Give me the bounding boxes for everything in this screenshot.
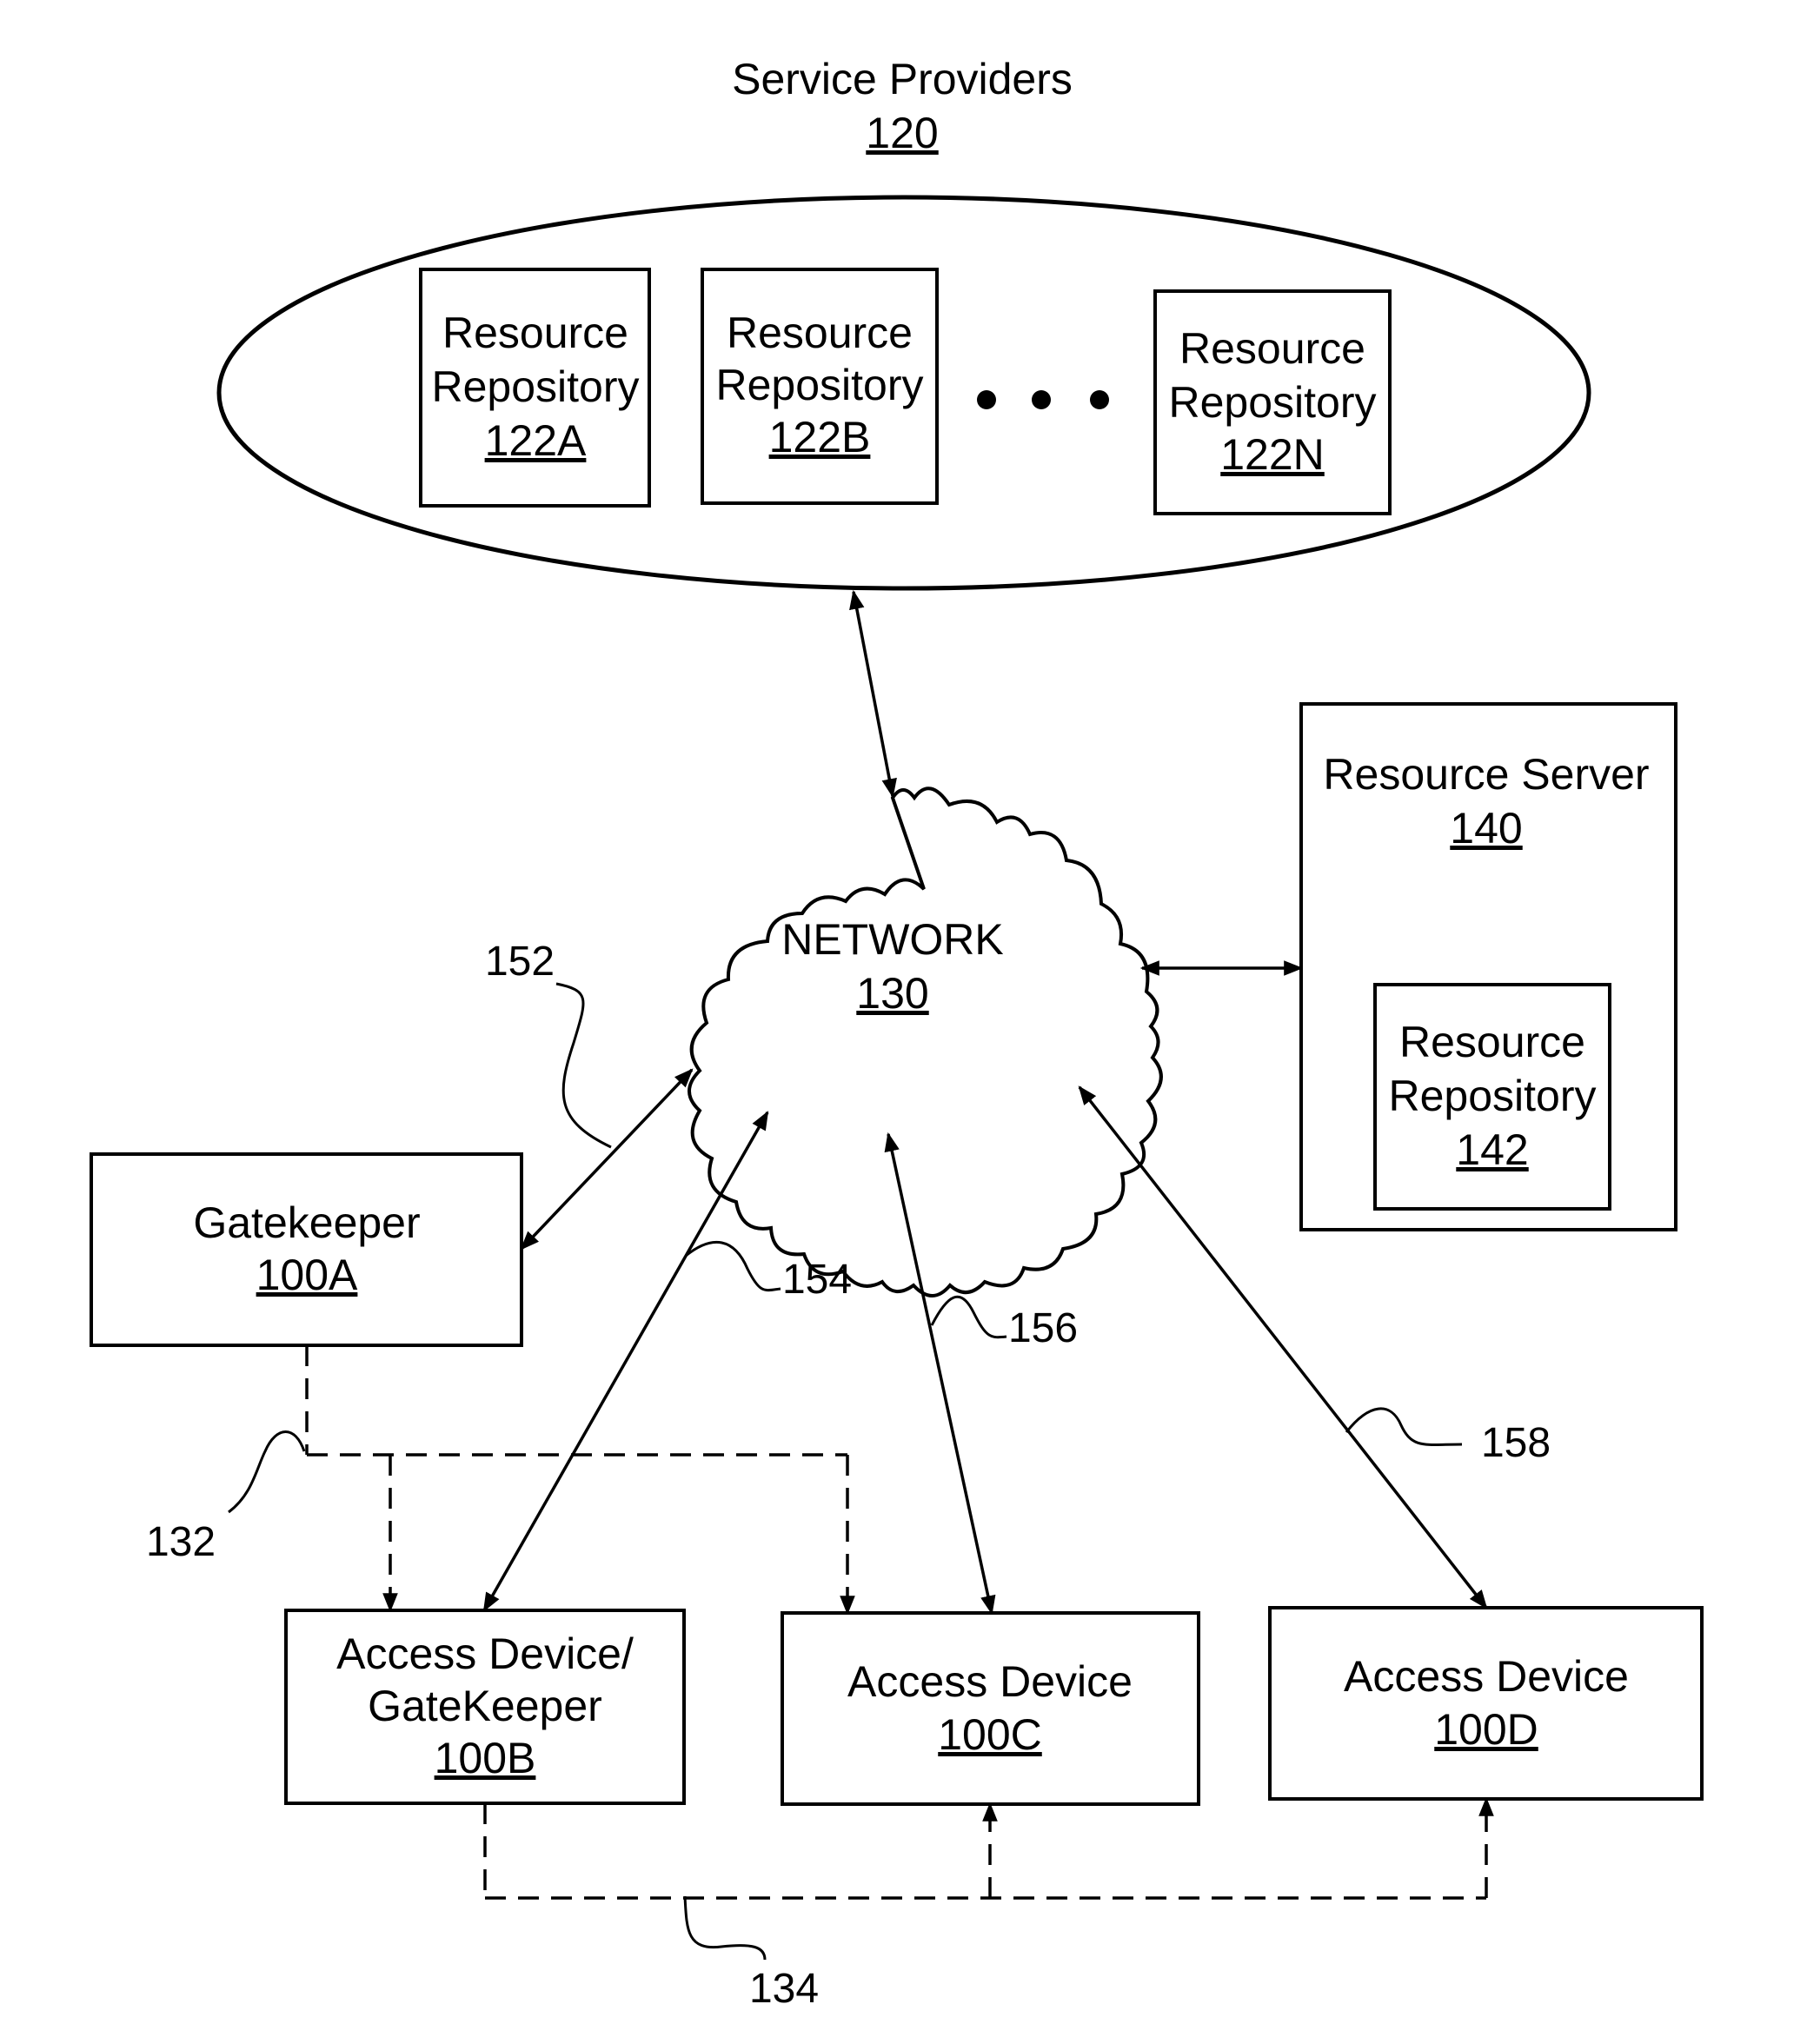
repository-122b-line2: Repository [716, 361, 924, 409]
connection-158-leader [1345, 1407, 1463, 1447]
repository-122b[interactable]: Resource Repository 122B [701, 268, 939, 505]
repository-122n-line2: Repository [1169, 378, 1377, 427]
service-providers-title: Service Providers [732, 55, 1073, 103]
connection-132-leader [228, 1430, 306, 1514]
gatekeeper-title: Gatekeeper [193, 1198, 420, 1247]
ellipsis-dots [977, 390, 1109, 409]
repository-122a-ref: 122A [485, 416, 587, 465]
resource-server-ref: 140 [1450, 804, 1522, 853]
access-device-100b-ref: 100B [435, 1734, 536, 1782]
gatekeeper-ref: 100A [256, 1251, 358, 1299]
ellipsis-dot [1032, 390, 1051, 409]
connection-152-label: 152 [485, 939, 555, 985]
connection-154-leader [685, 1241, 781, 1292]
network-diagram: Service Providers 120 Resource Repositor… [90, 55, 1704, 2012]
ellipsis-dot [977, 390, 996, 409]
repository-122a-line2: Repository [432, 362, 640, 411]
repository-122n-line1: Resource [1179, 324, 1365, 373]
service-providers-header: Service Providers 120 [732, 55, 1073, 157]
connection-134-leader [683, 1895, 767, 1961]
repository-122n[interactable]: Resource Repository 122N [1153, 289, 1392, 515]
connection-134-dashed [483, 1796, 1494, 1900]
ellipsis-dot [1090, 390, 1109, 409]
service-providers-ref: 120 [866, 109, 938, 157]
network-ref: 130 [856, 969, 928, 1018]
access-device-100b[interactable]: Access Device/ GateKeeper 100B [284, 1609, 686, 1805]
access-device-100c-ref: 100C [938, 1710, 1042, 1759]
repository-122b-ref: 122B [769, 413, 871, 461]
connection-154-arrow [482, 1111, 769, 1612]
connection-134-label: 134 [749, 1966, 819, 2012]
repository-122b-line1: Resource [727, 309, 913, 357]
repository-142[interactable]: Resource Repository 142 [1373, 983, 1611, 1211]
repository-142-line1: Resource [1399, 1018, 1585, 1066]
connection-156-leader [930, 1295, 1007, 1339]
resource-server[interactable]: Resource Server 140 Resource Repository … [1299, 702, 1677, 1231]
access-device-100b-line1: Access Device/ [336, 1629, 634, 1678]
connection-152-leader [555, 982, 612, 1149]
access-device-100d[interactable]: Access Device 100D [1268, 1606, 1704, 1801]
repository-142-ref: 142 [1456, 1125, 1528, 1174]
repository-122a-line1: Resource [442, 309, 628, 357]
access-device-100c-title: Access Device [847, 1657, 1133, 1706]
access-device-100d-title: Access Device [1344, 1652, 1629, 1701]
repository-122n-ref: 122N [1220, 430, 1325, 479]
cloud-shape [688, 786, 1163, 1297]
connection-156-label: 156 [1008, 1305, 1078, 1351]
access-device-100b-line2: GateKeeper [368, 1682, 602, 1730]
connection-152-arrow [520, 1068, 694, 1251]
connection-132-dashed [305, 1345, 855, 1616]
network-title: NETWORK [781, 915, 1004, 964]
access-device-100d-ref: 100D [1434, 1705, 1538, 1754]
gatekeeper-100a[interactable]: Gatekeeper 100A [90, 1152, 523, 1347]
connection-132-label: 132 [146, 1519, 216, 1565]
network-cloud[interactable]: NETWORK 130 [688, 786, 1163, 1297]
access-device-100c[interactable]: Access Device 100C [781, 1611, 1200, 1806]
connection-158-label: 158 [1481, 1420, 1551, 1466]
connection-154-label: 154 [782, 1257, 852, 1303]
resource-server-title: Resource Server [1323, 750, 1649, 799]
ellipse-network-arrow [849, 589, 897, 799]
repository-122a[interactable]: Resource Repository 122A [419, 268, 651, 508]
repository-142-line2: Repository [1389, 1072, 1597, 1120]
